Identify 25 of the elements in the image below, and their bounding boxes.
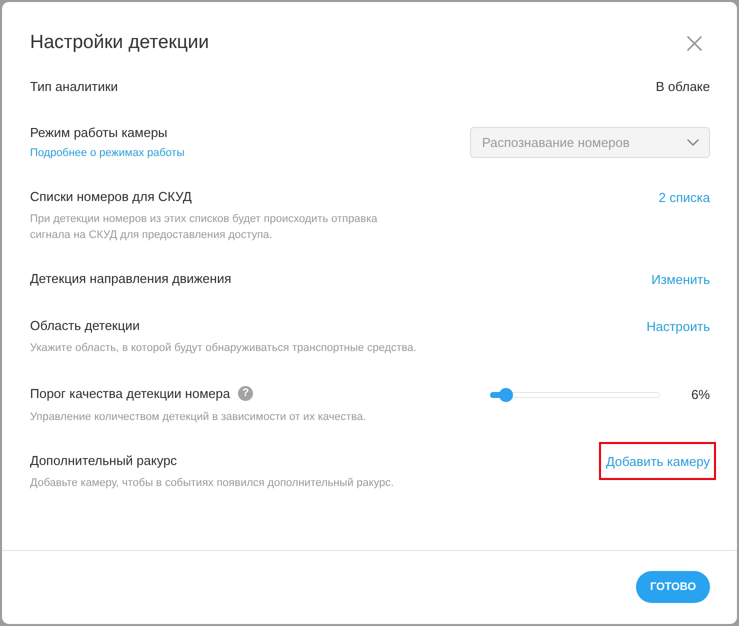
setting-label: Детекция направления движения (30, 270, 232, 288)
action-link[interactable]: Настроить (646, 317, 710, 337)
chevron-down-icon (687, 139, 699, 146)
dialog-title: Настройки детекции (30, 31, 209, 55)
setting-description: Управление количеством детекций в зависимости от их качества. (30, 410, 366, 425)
setting-description: Укажите область, в которой будут обнаруживаться транспортные средства. (30, 341, 416, 356)
setting-value: В облаке (656, 78, 710, 96)
slider-thumb[interactable] (499, 388, 514, 402)
details-link[interactable]: Подробнее о режимах работы (30, 145, 184, 161)
setting-label: Область детекции (30, 317, 140, 335)
close-icon[interactable] (687, 36, 702, 50)
done-button[interactable]: ГОТОВО (636, 570, 710, 602)
setting-description: При детекции номеров из этих списков будет происходить отправка сигнала на СКУД для предоставления доступа. (30, 212, 378, 243)
setting-label: Дополнительный ракурс (30, 452, 177, 470)
setting-label: Режим работы камеры (30, 124, 168, 142)
setting-description: Добавьте камеру, чтобы в событиях появился дополнительный ракурс. (30, 476, 394, 491)
slider-track[interactable] (490, 387, 660, 403)
setting-label: Тип аналитики (30, 78, 118, 96)
setting-label: Списки номеров для СКУД (30, 188, 192, 206)
slider-value: 6% (690, 386, 710, 404)
action-link[interactable]: Добавить камеру (606, 452, 710, 472)
action-link[interactable]: 2 списка (658, 188, 710, 208)
setting-label: Порог качества детекции номера (30, 384, 230, 403)
action-link[interactable]: Изменить (651, 270, 710, 290)
help-icon[interactable]: ? (238, 386, 254, 401)
